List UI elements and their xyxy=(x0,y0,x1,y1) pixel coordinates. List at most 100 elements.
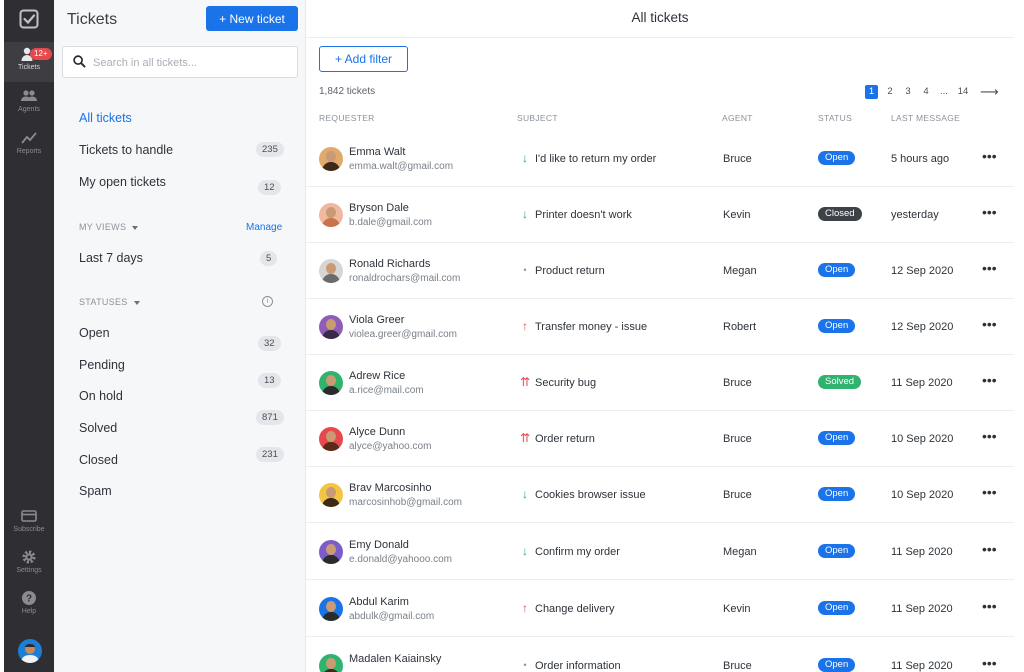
ticket-subject[interactable]: Printer doesn't work xyxy=(535,209,632,221)
requester-name: Brav Marcosinho xyxy=(349,482,432,494)
gear-icon xyxy=(22,550,36,564)
rail-agents[interactable]: Agents xyxy=(4,84,54,124)
requester-avatar xyxy=(319,203,343,227)
ticket-subject[interactable]: Order return xyxy=(535,433,595,445)
more-options-icon[interactable]: ••• xyxy=(982,429,997,443)
more-options-icon[interactable]: ••• xyxy=(982,485,997,499)
requester-email: alyce@yahoo.com xyxy=(349,441,432,452)
requester-avatar xyxy=(319,654,343,672)
more-options-icon[interactable]: ••• xyxy=(982,599,997,613)
card-icon xyxy=(21,510,37,522)
rail-subscribe[interactable]: Subscribe xyxy=(4,504,54,544)
ticket-row[interactable]: Ronald Richards ronaldrochars@mail.com • Pr… xyxy=(306,243,1014,299)
last-message-time: 12 Sep 2020 xyxy=(891,265,954,277)
requester-email: e.donald@yahooo.com xyxy=(349,554,452,565)
ticket-row[interactable]: Emma Walt emma.walt@gmail.com ↓ I'd like to… xyxy=(306,131,1014,187)
last-message-time: 11 Sep 2020 xyxy=(891,546,953,558)
last-message-time: 12 Sep 2020 xyxy=(891,321,954,333)
requester-email: b.dale@gmail.com xyxy=(349,217,432,228)
search-icon xyxy=(73,55,86,68)
col-status[interactable]: STATUS xyxy=(818,113,852,123)
priority-high-icon: ↑ xyxy=(522,601,528,615)
ticket-row[interactable]: Madalen Kaiainsky • Order information Bruce… xyxy=(306,638,1014,672)
next-page-arrow-icon[interactable]: ⟶ xyxy=(980,85,999,99)
page-4[interactable]: 4 xyxy=(920,85,932,99)
requester-name: Viola Greer xyxy=(349,314,405,326)
search-input[interactable] xyxy=(93,53,289,73)
ticket-row[interactable]: Viola Greer violea.greer@gmail.com ↑ Transf… xyxy=(306,299,1014,355)
rail-tickets-label: Tickets xyxy=(18,64,40,71)
ticket-agent: Bruce xyxy=(723,153,752,165)
page-1[interactable]: 1 xyxy=(865,85,878,99)
my-views-header[interactable]: MY VIEWS xyxy=(79,222,139,232)
add-filter-button[interactable]: + Add filter xyxy=(319,46,408,72)
rail-tickets[interactable]: 12+ Tickets xyxy=(4,42,54,82)
col-subject[interactable]: SUBJECT xyxy=(517,113,558,123)
ticket-row[interactable]: Abdul Karim abdulk@gmail.com ↑ Change deliv… xyxy=(306,581,1014,637)
app-logo-icon[interactable] xyxy=(19,9,39,29)
page-2[interactable]: 2 xyxy=(884,85,896,99)
requester-email: ronaldrochars@mail.com xyxy=(349,273,461,284)
rail-settings[interactable]: Settings xyxy=(4,545,54,585)
sidebar-title: Tickets xyxy=(67,11,118,28)
sidebar-item-solved[interactable]: Solved xyxy=(79,421,117,435)
more-options-icon[interactable]: ••• xyxy=(982,542,997,556)
statuses-header[interactable]: STATUSES xyxy=(79,297,140,307)
rail-reports[interactable]: Reports xyxy=(4,126,54,166)
more-options-icon[interactable]: ••• xyxy=(982,656,997,670)
ticket-row[interactable]: Adrew Rice a.rice@mail.com ⇈ Security bug Br… xyxy=(306,355,1014,411)
requester-avatar xyxy=(319,259,343,283)
tickets-sidebar: Tickets + New ticket All tickets Tickets… xyxy=(54,0,306,672)
ticket-row[interactable]: Bryson Dale b.dale@gmail.com ↓ Printer does… xyxy=(306,187,1014,243)
my-views-label: MY VIEWS xyxy=(79,222,127,232)
user-avatar[interactable] xyxy=(18,639,42,663)
ticket-row[interactable]: Emy Donald e.donald@yahooo.com ↓ Confirm my… xyxy=(306,524,1014,580)
priority-normal-icon: • xyxy=(523,265,527,275)
status-badge: Solved xyxy=(818,375,862,389)
col-requester[interactable]: REQUESTER xyxy=(319,113,375,123)
ticket-subject[interactable]: Order information xyxy=(535,660,621,672)
ticket-subject[interactable]: Security bug xyxy=(535,377,596,389)
more-options-icon[interactable]: ••• xyxy=(982,261,997,275)
manage-views-link[interactable]: Manage xyxy=(246,222,282,233)
more-options-icon[interactable]: ••• xyxy=(982,205,997,219)
ticket-agent: Megan xyxy=(723,265,757,277)
ticket-agent: Kevin xyxy=(723,209,751,221)
col-agent[interactable]: AGENT xyxy=(722,113,753,123)
page-14[interactable]: 14 xyxy=(956,85,970,99)
ticket-subject[interactable]: Transfer money - issue xyxy=(535,321,647,333)
ticket-subject[interactable]: Confirm my order xyxy=(535,546,620,558)
page-3[interactable]: 3 xyxy=(902,85,914,99)
ticket-row[interactable]: Alyce Dunn alyce@yahoo.com ⇈ Order return Br… xyxy=(306,411,1014,467)
ticket-subject[interactable]: I'd like to return my order xyxy=(535,153,656,165)
sidebar-item-last-7-days[interactable]: Last 7 days xyxy=(79,251,143,265)
more-options-icon[interactable]: ••• xyxy=(982,317,997,331)
ticket-subject[interactable]: Change delivery xyxy=(535,603,615,615)
sidebar-item-all-tickets[interactable]: All tickets xyxy=(79,111,132,125)
sidebar-item-closed[interactable]: Closed xyxy=(79,453,118,467)
rail-help[interactable]: ? Help xyxy=(4,586,54,626)
chevron-down-icon xyxy=(132,225,139,230)
more-options-icon[interactable]: ••• xyxy=(982,149,997,163)
sidebar-item-tickets-to-handle[interactable]: Tickets to handle xyxy=(79,143,173,157)
requester-name: Bryson Dale xyxy=(349,202,409,214)
sidebar-item-open[interactable]: Open xyxy=(79,326,110,340)
requester-name: Adrew Rice xyxy=(349,370,406,382)
requester-email: emma.walt@gmail.com xyxy=(349,161,454,172)
sidebar-item-spam[interactable]: Spam xyxy=(79,484,112,498)
ticket-row[interactable]: Brav Marcosinho marcosinhob@gmail.com ↓ Coo… xyxy=(306,467,1014,523)
sidebar-item-my-open-tickets[interactable]: My open tickets xyxy=(79,175,166,189)
requester-name: Emma Walt xyxy=(349,146,406,158)
ticket-subject[interactable]: Cookies browser issue xyxy=(535,489,646,501)
priority-normal-icon: • xyxy=(523,660,527,670)
new-ticket-button[interactable]: + New ticket xyxy=(206,6,298,31)
requester-avatar xyxy=(319,597,343,621)
sidebar-item-on-hold[interactable]: On hold xyxy=(79,389,123,403)
more-options-icon[interactable]: ••• xyxy=(982,373,997,387)
sidebar-item-pending[interactable]: Pending xyxy=(79,358,125,372)
info-icon[interactable]: i xyxy=(262,296,273,307)
rail-subscribe-label: Subscribe xyxy=(13,526,45,533)
my-open-tickets-count: 12 xyxy=(258,180,281,195)
ticket-subject[interactable]: Product return xyxy=(535,265,605,277)
col-last-message[interactable]: LAST MESSAGE xyxy=(891,113,960,123)
